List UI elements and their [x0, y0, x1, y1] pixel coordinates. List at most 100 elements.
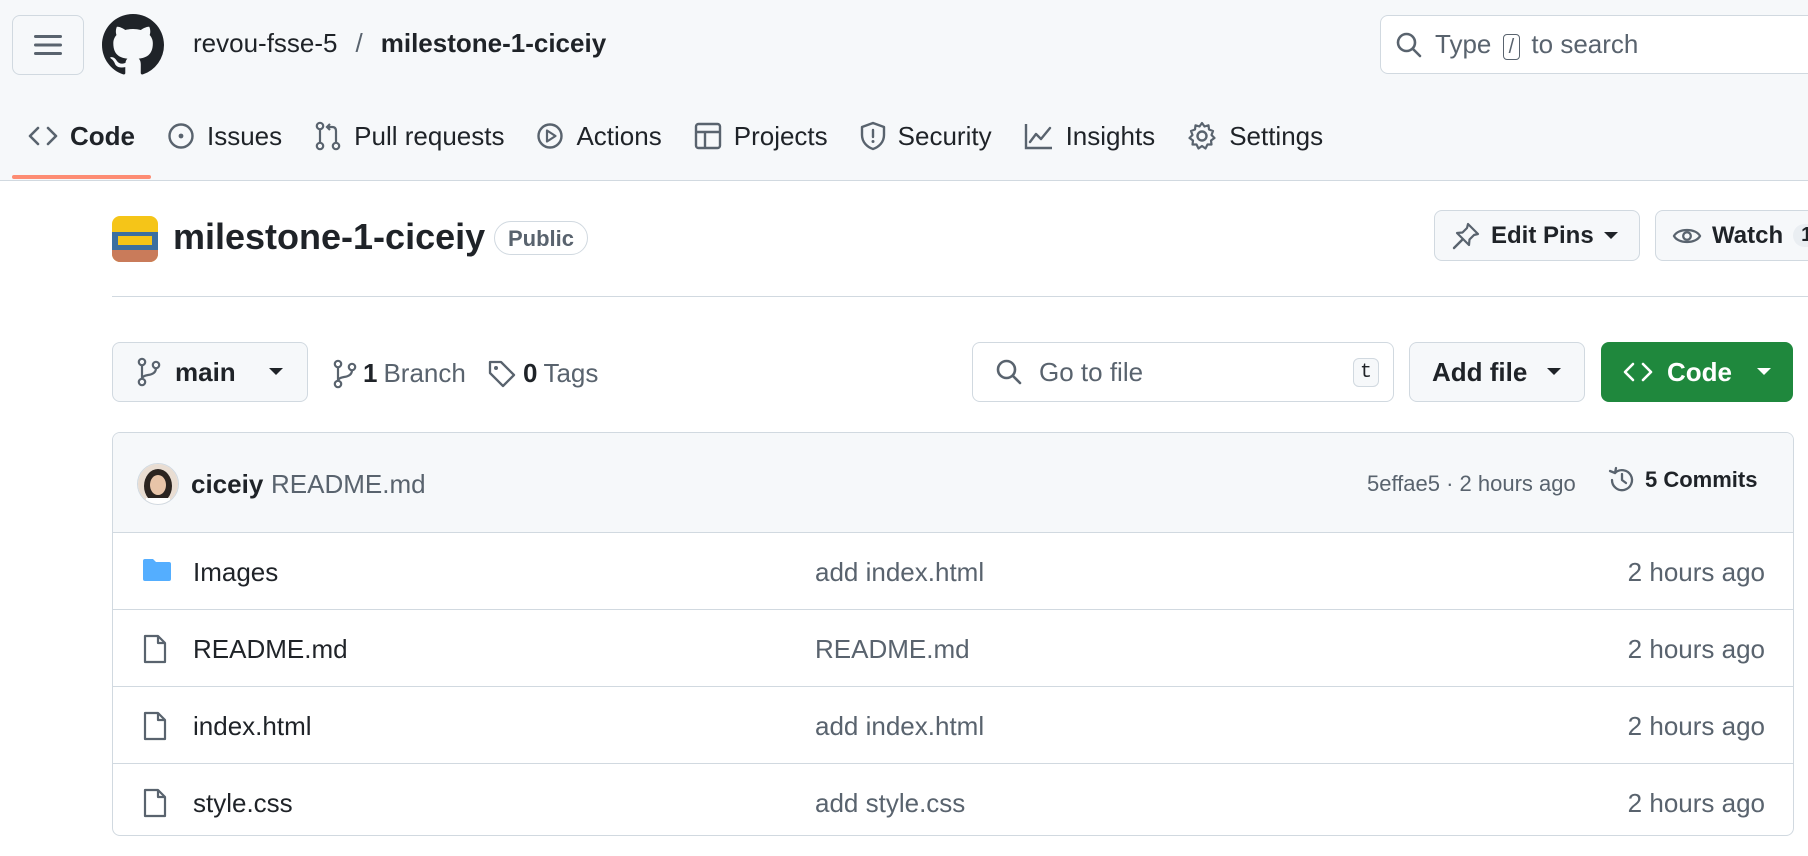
- hamburger-icon: [34, 35, 62, 55]
- caret-down-icon: [1603, 231, 1618, 239]
- global-search[interactable]: Type / to search: [1380, 15, 1808, 74]
- caret-down-icon: [269, 368, 283, 375]
- go-to-file-input[interactable]: Go to file t: [972, 342, 1394, 402]
- file-icon: [142, 634, 168, 664]
- commit-message[interactable]: README.md: [271, 469, 426, 500]
- folder-icon: [142, 557, 172, 583]
- tab-insights[interactable]: Insights: [1008, 110, 1172, 162]
- file-commit-message[interactable]: add index.html: [815, 711, 984, 742]
- search-icon: [1396, 32, 1422, 57]
- commit-author[interactable]: ciceiy: [191, 469, 263, 500]
- file-name[interactable]: Images: [193, 557, 278, 588]
- table-row[interactable]: index.html add index.html 2 hours ago: [113, 687, 1793, 764]
- table-row[interactable]: README.md README.md 2 hours ago: [113, 610, 1793, 687]
- go-to-file-placeholder: Go to file: [1039, 356, 1144, 387]
- add-file-button[interactable]: Add file: [1409, 342, 1585, 402]
- latest-commit-bar: ciceiy README.md 5effae5 · 2 hours ago 5…: [113, 433, 1793, 533]
- file-age: 2 hours ago: [1627, 634, 1765, 664]
- breadcrumb-repo-link[interactable]: milestone-1-ciceiy: [381, 28, 606, 59]
- file-commit-message[interactable]: add index.html: [815, 557, 984, 588]
- file-age: 2 hours ago: [1627, 711, 1765, 741]
- tab-label: Pull requests: [354, 120, 505, 151]
- commit-meta[interactable]: 5effae5 · 2 hours ago: [1367, 471, 1576, 497]
- watch-count: 1: [1793, 224, 1808, 247]
- table-row[interactable]: style.css add style.css 2 hours ago: [113, 764, 1793, 835]
- repo-nav-tabs: Code Issues Pull requests Actions Projec…: [12, 110, 1339, 180]
- code-icon: [1623, 362, 1653, 382]
- file-name[interactable]: index.html: [193, 711, 312, 742]
- issue-icon: [168, 123, 194, 149]
- search-text-suffix: to search: [1531, 29, 1639, 59]
- file-age: 2 hours ago: [1627, 788, 1765, 818]
- branch-icon: [333, 359, 357, 388]
- tab-code[interactable]: Code: [12, 110, 151, 179]
- file-commit-message[interactable]: README.md: [815, 634, 970, 665]
- branch-icon: [137, 357, 161, 387]
- edit-pins-label: Edit Pins: [1491, 221, 1594, 249]
- tab-label: Actions: [576, 120, 662, 151]
- tab-security[interactable]: Security: [844, 110, 1008, 162]
- tags-link[interactable]: 0 Tags: [487, 358, 598, 389]
- caret-down-icon: [1757, 368, 1771, 375]
- header-divider: [112, 296, 1808, 297]
- pull-request-icon: [315, 121, 341, 151]
- branch-label: Branch: [383, 358, 466, 388]
- shortcut-key: t: [1352, 357, 1379, 387]
- branches-link[interactable]: 1 Branch: [333, 358, 466, 389]
- file-commit-message[interactable]: add style.css: [815, 788, 965, 819]
- breadcrumb: revou-fsse-5 / milestone-1-ciceiy: [193, 28, 606, 59]
- branch-name: main: [175, 356, 236, 387]
- repo-title[interactable]: milestone-1-ciceiy: [173, 216, 485, 258]
- commits-count-label: 5 Commits: [1645, 467, 1758, 492]
- table-row[interactable]: Images add index.html 2 hours ago: [113, 533, 1793, 610]
- tab-label: Projects: [733, 120, 828, 151]
- tag-label: Tags: [543, 358, 599, 388]
- tab-label: Security: [897, 120, 992, 151]
- add-file-label: Add file: [1432, 356, 1528, 387]
- gear-icon: [1188, 121, 1216, 150]
- breadcrumb-owner-link[interactable]: revou-fsse-5: [193, 28, 338, 59]
- avatar[interactable]: [137, 463, 179, 505]
- play-icon: [537, 123, 564, 149]
- file-icon: [142, 711, 168, 741]
- watch-label: Watch: [1712, 221, 1784, 249]
- shield-icon: [860, 121, 885, 151]
- file-icon: [142, 788, 168, 818]
- tab-projects[interactable]: Projects: [678, 110, 844, 162]
- search-icon: [996, 359, 1022, 385]
- tab-pull-requests[interactable]: Pull requests: [298, 110, 520, 162]
- tab-label: Issues: [207, 120, 283, 151]
- branch-selector[interactable]: main: [112, 342, 308, 402]
- app-header: revou-fsse-5 / milestone-1-ciceiy Type /…: [0, 0, 1808, 181]
- file-name[interactable]: README.md: [193, 634, 348, 665]
- graph-icon: [1024, 124, 1052, 150]
- search-shortcut-key: /: [1502, 34, 1521, 60]
- history-icon: [1608, 466, 1634, 492]
- pin-icon: [1452, 222, 1480, 249]
- caret-down-icon: [1547, 368, 1562, 375]
- file-name[interactable]: style.css: [193, 788, 293, 819]
- branch-count: 1: [363, 358, 378, 388]
- tab-label: Code: [70, 120, 135, 151]
- tab-label: Settings: [1229, 120, 1324, 151]
- table-icon: [694, 122, 721, 150]
- file-age: 2 hours ago: [1627, 557, 1765, 587]
- repo-avatar: [112, 216, 158, 262]
- tab-label: Insights: [1065, 120, 1156, 151]
- edit-pins-button[interactable]: Edit Pins: [1434, 210, 1640, 261]
- file-table: ciceiy README.md 5effae5 · 2 hours ago 5…: [112, 432, 1794, 836]
- watch-button[interactable]: Watch 1: [1655, 210, 1808, 261]
- commits-link[interactable]: 5 Commits: [1607, 465, 1757, 495]
- menu-button[interactable]: [12, 15, 84, 75]
- search-text-prefix: Type: [1435, 29, 1492, 59]
- code-icon: [28, 126, 58, 146]
- breadcrumb-separator: /: [355, 28, 363, 58]
- tab-issues[interactable]: Issues: [151, 110, 298, 162]
- github-logo-icon[interactable]: [102, 14, 164, 76]
- visibility-badge: Public: [494, 221, 589, 255]
- eye-icon: [1672, 228, 1702, 243]
- tag-icon: [488, 360, 516, 387]
- tab-actions[interactable]: Actions: [520, 110, 677, 162]
- code-button[interactable]: Code: [1601, 342, 1793, 402]
- tab-settings[interactable]: Settings: [1171, 110, 1339, 162]
